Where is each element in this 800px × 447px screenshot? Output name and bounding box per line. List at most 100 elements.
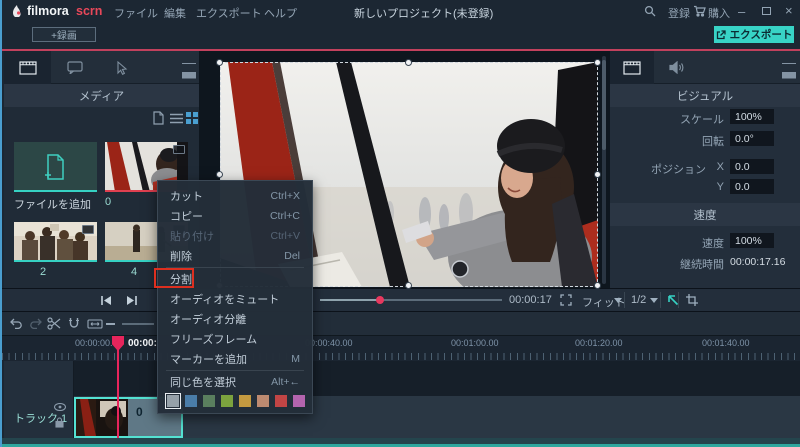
context-menu-item-cut[interactable]: カット Ctrl+X (158, 186, 312, 206)
register-button[interactable]: 登録 (668, 5, 690, 21)
import-media-icon[interactable] (152, 111, 165, 125)
export-button[interactable]: エクスポート (714, 26, 794, 43)
add-file-tile[interactable] (14, 142, 97, 192)
scale-input[interactable]: 100% (730, 109, 774, 124)
redo-icon[interactable] (29, 318, 42, 329)
selection-handle[interactable] (405, 282, 412, 289)
tab-annotation[interactable] (51, 51, 98, 84)
color-swatch-lime[interactable] (221, 395, 233, 407)
selection-handle[interactable] (594, 59, 601, 66)
color-swatch-green[interactable] (203, 395, 215, 407)
context-menu: カット Ctrl+X コピー Ctrl+C 貼り付け Ctrl+V 削除 Del… (157, 180, 313, 414)
divider (624, 292, 625, 308)
context-menu-item-delete[interactable]: 削除 Del (158, 246, 312, 266)
magnet-icon[interactable] (68, 317, 80, 330)
position-x-input[interactable]: 0.0 (730, 159, 774, 174)
color-swatch-salmon[interactable] (257, 395, 269, 407)
fullscreen-icon[interactable] (560, 294, 572, 306)
color-swatch-gold[interactable] (239, 395, 251, 407)
close-button[interactable]: × (785, 3, 793, 18)
rotation-input[interactable]: 0.0° (730, 131, 774, 146)
position-x-label: X (712, 161, 724, 173)
position-label: ポジション (630, 161, 706, 177)
split-highlight-annotation (154, 268, 194, 288)
selection-handle[interactable] (594, 282, 601, 289)
purchase-button[interactable]: 購入 (708, 5, 730, 21)
menu-item-label: オーディオ分離 (170, 311, 246, 327)
speed-input[interactable]: 100% (730, 233, 774, 248)
duration-label: 継続時間 (630, 256, 724, 272)
record-button-label: +録画 (51, 27, 77, 42)
menu-file[interactable]: ファイル (114, 5, 158, 21)
menu-item-shortcut: Alt+← (271, 376, 300, 388)
cart-icon[interactable] (693, 5, 706, 17)
media-menu-icon[interactable] (182, 63, 196, 72)
zoom-dropdown-arrow-icon[interactable] (650, 298, 658, 303)
selection-handle[interactable] (405, 59, 412, 66)
undo-icon[interactable] (10, 318, 23, 329)
playhead-line[interactable] (117, 336, 119, 438)
speed-header-label: 速度 (694, 207, 717, 223)
menu-item-shortcut: M (291, 353, 300, 365)
menu-export[interactable]: エクスポート (196, 5, 262, 21)
interval-icon[interactable] (87, 319, 103, 329)
split-scissors-icon[interactable] (47, 317, 61, 330)
color-swatch-purple[interactable] (293, 395, 305, 407)
media-item-2[interactable] (14, 222, 97, 262)
speed-section-header: 速度 (610, 203, 800, 226)
grid-view-icon[interactable] (186, 112, 198, 124)
menu-item-label: マーカーを追加 (170, 351, 247, 367)
preview-scrollbar-thumb[interactable] (602, 60, 606, 150)
crop-icon[interactable] (686, 294, 698, 306)
tab-cursor[interactable] (98, 51, 145, 84)
menu-help[interactable]: ヘルプ (264, 5, 297, 21)
menu-item-shortcut: Ctrl+X (271, 190, 300, 202)
minimize-button[interactable]: – (738, 4, 745, 19)
timeline-zoom-slider[interactable] (122, 323, 154, 325)
context-menu-item-copy[interactable]: コピー Ctrl+C (158, 206, 312, 226)
properties-tabs (610, 51, 800, 84)
properties-menu-icon[interactable] (782, 63, 796, 72)
context-menu-item-mute-audio[interactable]: オーディオをミュート (158, 289, 312, 309)
seek-handle[interactable] (376, 296, 384, 304)
media-item-4-label: 4 (131, 266, 137, 278)
add-file-underline (14, 190, 97, 192)
selection-handle[interactable] (216, 171, 223, 178)
context-menu-item-select-same-color[interactable]: 同じ色を選択 Alt+← (158, 372, 312, 392)
context-menu-item-add-marker[interactable]: マーカーを追加 M (158, 349, 312, 369)
logo-brand: filmora (27, 4, 69, 18)
menu-item-label: コピー (170, 208, 203, 224)
clip-badge-icon (173, 145, 185, 154)
media-panel-header: メディア (4, 84, 199, 107)
context-menu-item-detach-audio[interactable]: オーディオ分離 (158, 309, 312, 329)
zoom-level-dropdown[interactable]: 1/2 (631, 294, 646, 306)
fit-dropdown-arrow-icon[interactable] (614, 298, 622, 303)
tab-audio-properties[interactable] (654, 51, 698, 84)
track-lock-icon[interactable] (55, 417, 64, 428)
color-swatch-gray[interactable] (167, 395, 179, 407)
divider (660, 292, 661, 308)
ruler-label: 00:01:00.00 (451, 338, 499, 348)
tab-video-properties[interactable] (610, 51, 654, 84)
next-frame-icon[interactable] (126, 295, 138, 306)
zoom-out-icon[interactable] (106, 323, 115, 325)
previous-frame-icon[interactable] (100, 295, 112, 306)
color-swatch-blue[interactable] (185, 395, 197, 407)
search-icon[interactable] (644, 5, 656, 17)
maximize-button[interactable] (762, 7, 771, 15)
duration-value: 00:00:17.16 (730, 256, 785, 268)
context-menu-item-freeze-frame[interactable]: フリーズフレーム (158, 329, 312, 349)
export-button-label: エクスポート (730, 27, 793, 42)
color-swatch-red[interactable] (275, 395, 287, 407)
position-y-input[interactable]: 0.0 (730, 179, 774, 194)
tab-media[interactable] (4, 51, 51, 84)
speed-label: 速度 (642, 235, 724, 251)
selection-handle[interactable] (594, 171, 601, 178)
record-button[interactable]: +録画 (32, 27, 96, 42)
menu-edit[interactable]: 編集 (164, 5, 186, 21)
selection-handle[interactable] (216, 59, 223, 66)
divider (678, 292, 679, 308)
list-view-icon[interactable] (170, 113, 183, 124)
track-visibility-eye-icon[interactable] (54, 403, 66, 411)
menu-item-label: フリーズフレーム (170, 331, 257, 347)
